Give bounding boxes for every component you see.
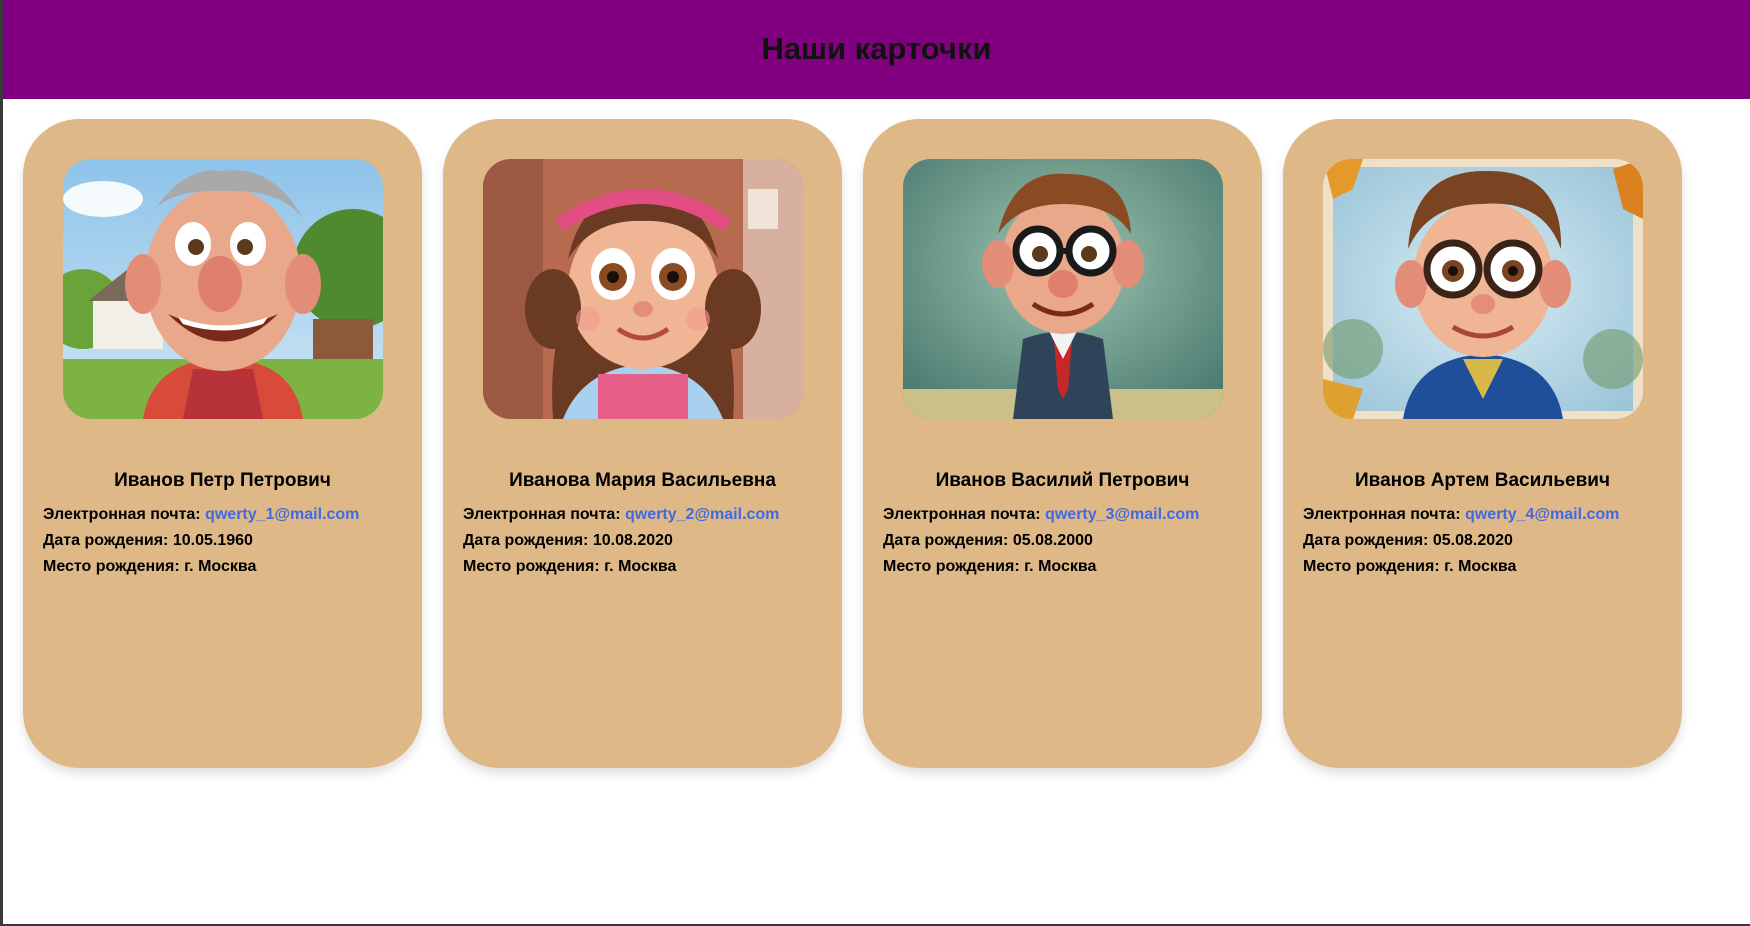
person-info: Электронная почта: qwerty_4@mail.com Дат… — [1303, 505, 1619, 583]
birth-place-value: г. Москва — [1444, 558, 1517, 575]
email-label: Электронная почта: — [883, 506, 1041, 523]
person-name: Иванова Мария Васильевна — [509, 470, 776, 491]
profile-card: Иванов Петр Петрович Электронная почта: … — [23, 119, 422, 768]
birth-place-row: Место рождения: г. Москва — [43, 557, 359, 583]
birth-date-row: Дата рождения: 10.08.2020 — [463, 531, 779, 557]
page-title: Наши карточки — [761, 30, 992, 66]
cards-container: Иванов Петр Петрович Электронная почта: … — [23, 119, 1682, 768]
birth-place-label: Место рождения: — [883, 558, 1020, 575]
email-link[interactable]: qwerty_3@mail.com — [1045, 506, 1199, 523]
email-label: Электронная почта: — [43, 506, 201, 523]
email-link[interactable]: qwerty_1@mail.com — [205, 506, 359, 523]
birth-place-value: г. Москва — [604, 558, 677, 575]
profile-photo — [483, 159, 803, 419]
page-header: Наши карточки — [3, 0, 1750, 99]
birth-place-label: Место рождения: — [43, 558, 180, 575]
person-info: Электронная почта: qwerty_2@mail.com Дат… — [463, 505, 779, 583]
birth-date-label: Дата рождения: — [883, 532, 1009, 549]
profile-card: Иванов Артем Васильевич Электронная почт… — [1283, 119, 1682, 768]
birth-date-value: 10.08.2020 — [592, 532, 673, 549]
birth-date-value: 05.08.2000 — [1012, 532, 1093, 549]
email-link[interactable]: qwerty_4@mail.com — [1465, 506, 1619, 523]
birth-date-label: Дата рождения: — [43, 532, 169, 549]
email-row: Электронная почта: qwerty_3@mail.com — [883, 505, 1199, 531]
birth-date-label: Дата рождения: — [463, 532, 589, 549]
birth-date-row: Дата рождения: 05.08.2000 — [883, 531, 1199, 557]
person-info: Электронная почта: qwerty_3@mail.com Дат… — [883, 505, 1199, 583]
profile-card: Иванова Мария Васильевна Электронная поч… — [443, 119, 842, 768]
profile-photo — [903, 159, 1223, 419]
person-name: Иванов Петр Петрович — [114, 470, 331, 491]
birth-date-value: 05.08.2020 — [1432, 532, 1513, 549]
person-info: Электронная почта: qwerty_1@mail.com Дат… — [43, 505, 359, 583]
email-row: Электронная почта: qwerty_2@mail.com — [463, 505, 779, 531]
person-name: Иванов Василий Петрович — [935, 470, 1190, 491]
birth-place-row: Место рождения: г. Москва — [1303, 557, 1619, 583]
window-left-edge — [0, 0, 3, 926]
birth-place-row: Место рождения: г. Москва — [883, 557, 1199, 583]
birth-place-label: Место рождения: — [1303, 558, 1440, 575]
birth-date-value: 10.05.1960 — [172, 532, 253, 549]
birth-date-label: Дата рождения: — [1303, 532, 1429, 549]
email-link[interactable]: qwerty_2@mail.com — [625, 506, 779, 523]
birth-place-row: Место рождения: г. Москва — [463, 557, 779, 583]
profile-card: Иванов Василий Петрович Электронная почт… — [863, 119, 1262, 768]
birth-place-value: г. Москва — [1024, 558, 1097, 575]
birth-place-label: Место рождения: — [463, 558, 600, 575]
profile-photo — [1323, 159, 1643, 419]
birth-date-row: Дата рождения: 10.05.1960 — [43, 531, 359, 557]
email-row: Электронная почта: qwerty_1@mail.com — [43, 505, 359, 531]
email-label: Электронная почта: — [1303, 506, 1461, 523]
email-label: Электронная почта: — [463, 506, 621, 523]
profile-photo — [63, 159, 383, 419]
email-row: Электронная почта: qwerty_4@mail.com — [1303, 505, 1619, 531]
birth-date-row: Дата рождения: 05.08.2020 — [1303, 531, 1619, 557]
person-name: Иванов Артем Васильевич — [1355, 470, 1610, 491]
birth-place-value: г. Москва — [184, 558, 257, 575]
